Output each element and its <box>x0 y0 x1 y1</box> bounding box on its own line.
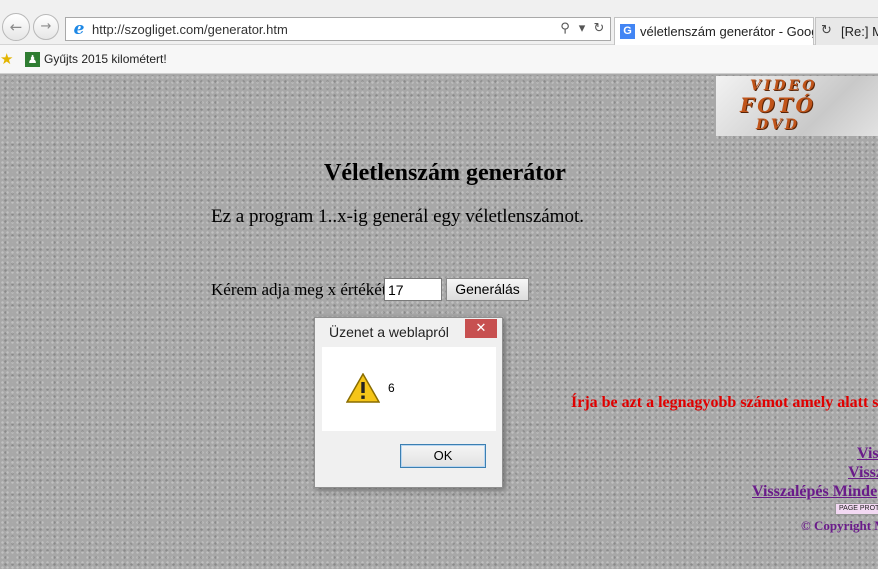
intro-text: Ez a program 1..x-ig generál egy véletle… <box>211 206 584 227</box>
video-foto-dvd-logo: VIDEO FOTÓ DVD <box>716 76 878 136</box>
refresh-icon[interactable]: ↻ <box>592 20 606 38</box>
forward-arrow-icon[interactable]: → <box>33 14 59 40</box>
address-bar[interactable]: e http://szogliget.com/generator.htm ⚲ ▾… <box>65 17 611 41</box>
logo-line-foto: FOTÓ <box>740 93 816 117</box>
dialog-body: 6 <box>322 347 496 431</box>
favorite-link[interactable]: Gyűjts 2015 kilométert! <box>44 52 167 66</box>
browser-toolbar: ← → e http://szogliget.com/generator.htm… <box>0 0 878 45</box>
back-link-2[interactable]: Vissz <box>848 464 878 482</box>
tab-active[interactable]: G véletlenszám generátor - Goog... <box>614 17 814 45</box>
loading-spinner-icon: ↻ <box>821 23 832 38</box>
copyright-link[interactable]: © Copyright M <box>801 518 878 534</box>
chevron-down-icon[interactable]: ▾ <box>575 20 589 38</box>
ie-logo-icon: e <box>73 19 85 39</box>
instruction-note: Írja be azt a legnagyobb számot amely al… <box>571 394 878 411</box>
back-arrow-icon[interactable]: ← <box>2 13 30 41</box>
logo-line-video: VIDEO <box>750 78 818 94</box>
dialog-message: 6 <box>388 381 395 395</box>
page-protected-badge[interactable]: PAGE PROTECTED <box>835 503 878 515</box>
favorites-bar: ★ ♟ Gyűjts 2015 kilométert! <box>0 45 878 74</box>
dialog-title: Üzenet a weblapról <box>329 324 449 340</box>
generate-button[interactable]: Generálás <box>446 278 529 301</box>
url-text[interactable]: http://szogliget.com/generator.htm <box>92 22 288 37</box>
tab-title: véletlenszám generátor - Goog... <box>640 24 814 39</box>
back-link-all[interactable]: Visszalépés Minde <box>752 483 877 501</box>
back-link-1[interactable]: Vis <box>857 445 878 463</box>
ok-button[interactable]: OK <box>400 444 486 468</box>
warning-icon <box>346 373 380 403</box>
tab-title: [Re:] Me <box>841 24 878 39</box>
search-icon[interactable]: ⚲ <box>558 20 572 38</box>
add-favorites-star-icon[interactable]: ★ <box>0 50 13 68</box>
google-favicon-icon: G <box>620 24 635 39</box>
x-value-input[interactable] <box>384 278 442 301</box>
close-button[interactable]: ✕ <box>465 319 497 338</box>
runner-icon: ♟ <box>25 52 40 67</box>
logo-line-dvd: DVD <box>756 117 800 133</box>
tab-inactive[interactable]: ↻ [Re:] Me <box>815 17 878 45</box>
alert-dialog: Üzenet a weblapról ✕ 6 OK <box>314 317 503 488</box>
x-prompt-label: Kérem adja meg x értékét: <box>211 280 392 299</box>
page-title: Véletlenszám generátor <box>324 160 566 186</box>
